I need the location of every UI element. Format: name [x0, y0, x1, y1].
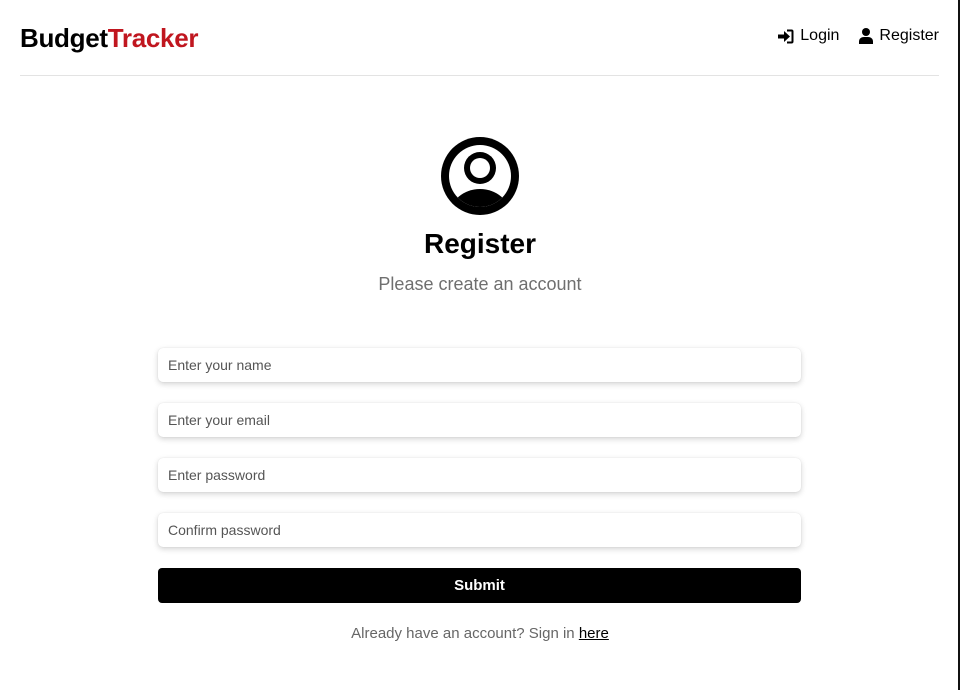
email-input[interactable] [158, 403, 801, 437]
top-header: BudgetTracker Login Register [20, 0, 939, 76]
name-input[interactable] [158, 348, 801, 382]
brand-logo[interactable]: BudgetTracker [20, 23, 198, 54]
sign-in-prompt: Already have an account? Sign in here [0, 625, 960, 642]
brand-name-part1: Budget [20, 23, 108, 53]
page-subtitle: Please create an account [378, 274, 582, 294]
top-nav: Login Register [778, 27, 939, 45]
hero-section: Register Please create an account [0, 137, 960, 295]
user-icon [859, 28, 874, 44]
sign-in-prompt-text: Already have an account? Sign in [351, 625, 579, 642]
confirm-password-input[interactable] [158, 513, 801, 547]
login-label: Login [800, 27, 840, 44]
register-label: Register [879, 27, 939, 44]
sign-in-here-link[interactable]: here [579, 625, 609, 642]
sign-in-icon [778, 29, 794, 44]
register-link[interactable]: Register [859, 27, 939, 45]
submit-button[interactable]: Submit [158, 568, 801, 603]
user-circle-icon [441, 137, 519, 215]
page-title: Register [423, 228, 537, 259]
register-form: Submit [158, 348, 801, 603]
password-input[interactable] [158, 458, 801, 492]
register-page: BudgetTracker Login Register Register Pl… [0, 0, 960, 690]
login-link[interactable]: Login [778, 27, 839, 45]
brand-name-part2: Tracker [107, 23, 199, 53]
